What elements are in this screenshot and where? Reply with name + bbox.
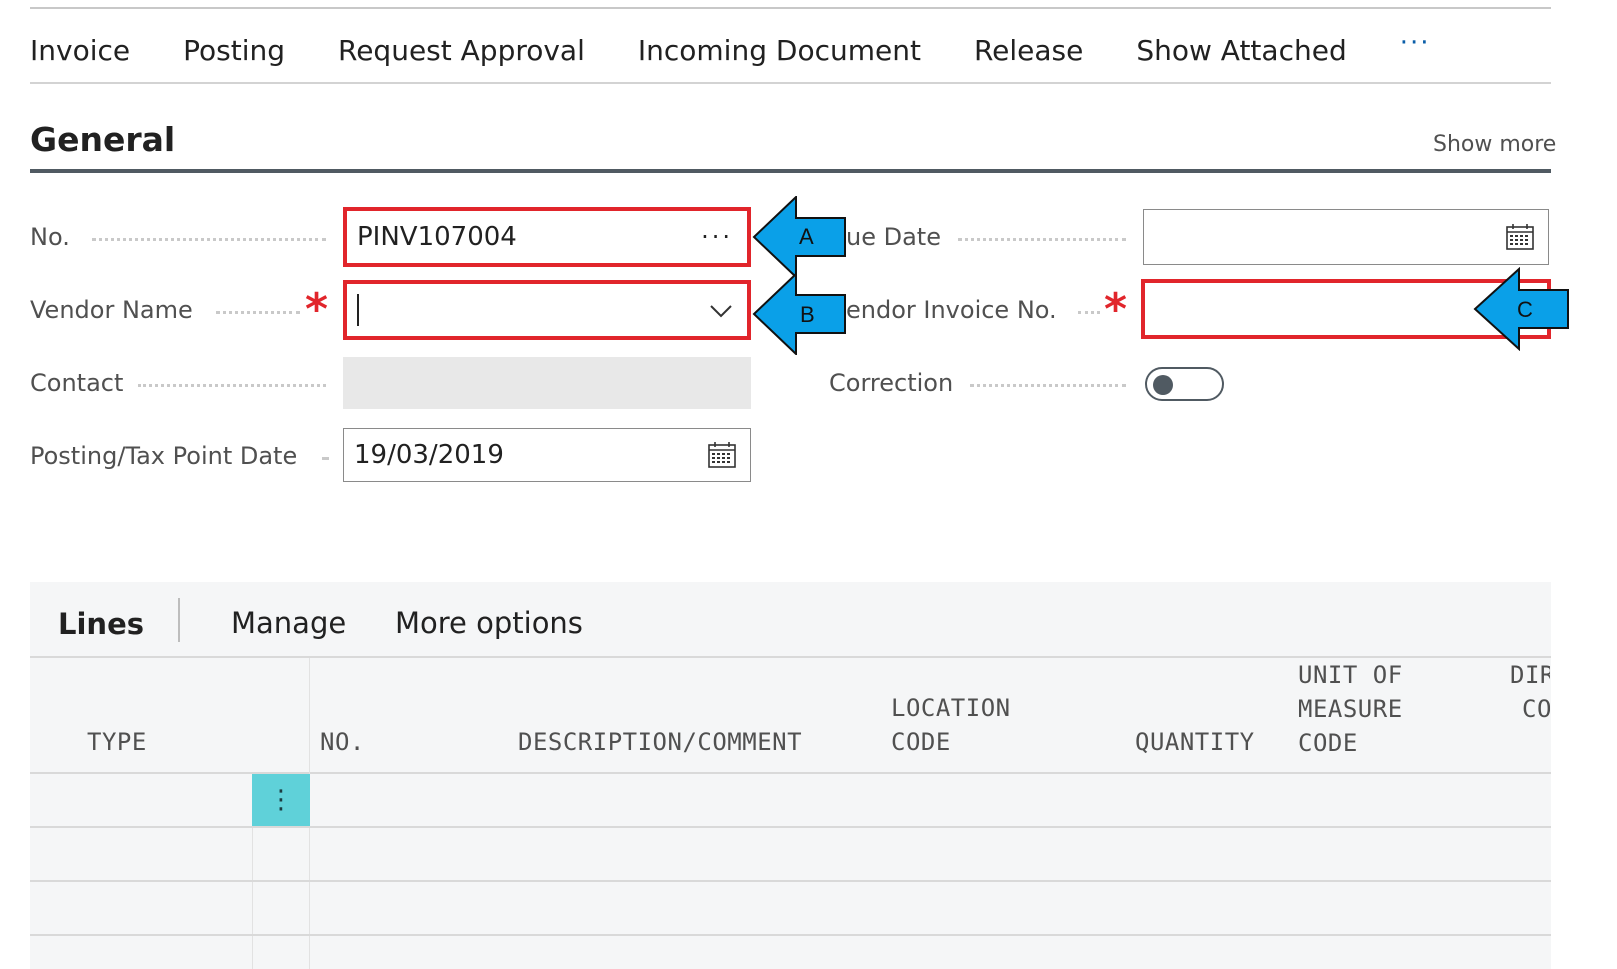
due-date-leader-dots xyxy=(958,238,1126,241)
table-row-border xyxy=(30,826,1551,828)
posting-date-value: 19/03/2019 xyxy=(354,440,504,470)
chevron-down-icon[interactable] xyxy=(709,304,733,318)
callout-a-label: A xyxy=(799,224,814,249)
contact-label: Contact xyxy=(30,369,124,397)
due-date-field[interactable] xyxy=(1143,209,1549,265)
ellipsis-icon[interactable]: ··· xyxy=(701,223,733,251)
table-row-border xyxy=(30,934,1551,936)
action-posting[interactable]: Posting xyxy=(183,34,285,67)
action-bar-divider xyxy=(30,82,1551,84)
col-header-dir-line1: DIR xyxy=(1510,661,1550,689)
action-release[interactable]: Release xyxy=(974,34,1083,67)
vendor-name-leader-dots xyxy=(216,311,300,314)
col-header-location[interactable]: LOCATION CODE xyxy=(891,691,1011,759)
table-row-border xyxy=(30,880,1551,882)
col-header-no[interactable]: NO. xyxy=(320,725,365,759)
show-more-link[interactable]: Show more xyxy=(1433,132,1556,157)
contact-field xyxy=(343,357,751,409)
correction-toggle[interactable] xyxy=(1145,367,1224,401)
col-header-uom-line3: CODE xyxy=(1298,729,1358,757)
col-header-location-line1: LOCATION xyxy=(891,694,1011,722)
correction-leader-dots xyxy=(970,384,1126,387)
action-show-attached[interactable]: Show Attached xyxy=(1136,34,1346,67)
action-request-approval[interactable]: Request Approval xyxy=(338,34,585,67)
action-bar: Invoice Posting Request Approval Incomin… xyxy=(30,22,1431,78)
required-asterisk: * xyxy=(305,284,329,335)
tab-separator xyxy=(178,598,180,642)
tab-manage[interactable]: Manage xyxy=(231,606,346,640)
col-header-uom-line1: UNIT OF xyxy=(1298,661,1403,689)
text-cursor xyxy=(357,294,359,326)
callout-c-label: C xyxy=(1517,297,1533,322)
action-invoice[interactable]: Invoice xyxy=(30,34,130,67)
top-divider xyxy=(30,7,1551,9)
action-incoming-document[interactable]: Incoming Document xyxy=(638,34,921,67)
col-header-uom[interactable]: UNIT OF MEASURE CODE xyxy=(1298,658,1403,760)
col-header-type[interactable]: TYPE xyxy=(87,725,147,759)
vendor-name-label: Vendor Name xyxy=(30,296,193,324)
toggle-knob xyxy=(1153,375,1173,395)
row-action-menu[interactable]: ⋮ xyxy=(252,774,310,826)
col-header-description[interactable]: DESCRIPTION/COMMENT xyxy=(518,725,802,759)
no-value: PINV107004 xyxy=(357,222,517,252)
more-actions-icon[interactable]: ··· xyxy=(1400,28,1431,58)
vendor-name-field[interactable] xyxy=(343,280,751,340)
col-header-uom-line2: MEASURE xyxy=(1298,695,1403,723)
tab-more-options[interactable]: More options xyxy=(395,606,583,640)
section-divider xyxy=(30,169,1551,173)
due-date-label: ue Date xyxy=(846,223,941,251)
vertical-ellipsis-icon: ⋮ xyxy=(268,785,294,815)
posting-date-label: Posting/Tax Point Date xyxy=(30,442,298,470)
required-asterisk: * xyxy=(1104,284,1128,335)
col-header-location-line2: CODE xyxy=(891,728,951,756)
correction-label: Correction xyxy=(829,369,954,397)
calendar-icon[interactable] xyxy=(708,442,736,468)
section-title: General xyxy=(30,120,176,159)
col-header-dir-line2: CO xyxy=(1522,695,1550,723)
calendar-icon[interactable] xyxy=(1506,224,1534,250)
posting-date-field[interactable]: 19/03/2019 xyxy=(343,428,751,482)
lines-tabs: Lines xyxy=(58,600,144,648)
vendor-invoice-no-label: endor Invoice No. xyxy=(846,296,1057,324)
callout-b-label: B xyxy=(800,302,815,327)
vendor-invoice-no-leader-dots xyxy=(1078,311,1100,314)
col-header-direct-cost[interactable]: DIR CO xyxy=(1510,658,1550,726)
posting-date-leader-dots xyxy=(322,457,328,460)
no-field[interactable]: PINV107004 ··· xyxy=(343,207,751,267)
no-label: No. xyxy=(30,223,70,251)
tab-lines[interactable]: Lines xyxy=(58,607,144,641)
contact-leader-dots xyxy=(138,384,326,387)
no-leader-dots xyxy=(92,238,326,241)
col-header-quantity[interactable]: QUANTITY xyxy=(1135,725,1255,759)
